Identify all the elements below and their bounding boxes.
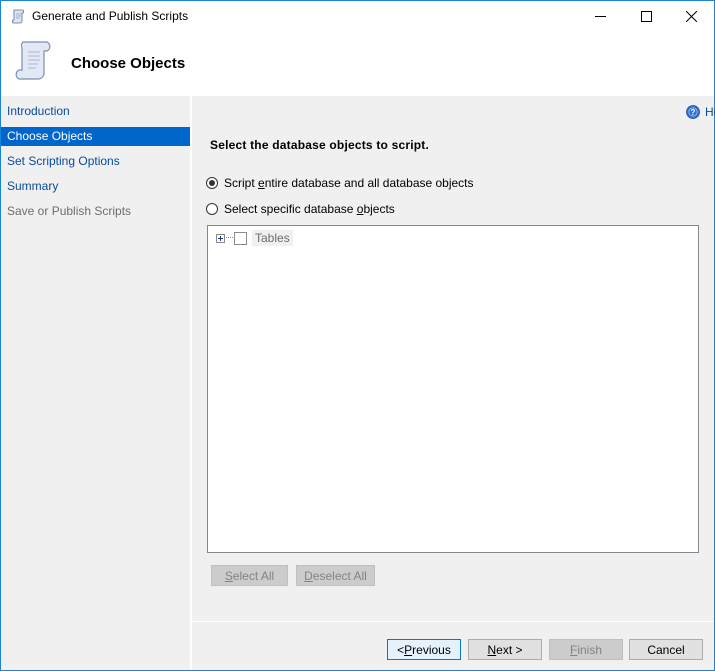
- minimize-button[interactable]: [577, 1, 623, 32]
- finish-button: Finish: [549, 639, 623, 660]
- option-label: Script entire database and all database …: [224, 176, 474, 190]
- help-link[interactable]: ? Help: [686, 105, 715, 119]
- window-title: Generate and Publish Scripts: [32, 9, 189, 23]
- help-label: Help: [705, 105, 715, 119]
- select-all-button: Select All: [211, 565, 288, 586]
- title-bar: Generate and Publish Scripts: [1, 1, 714, 32]
- select-specific-objects-option[interactable]: Select specific database objects: [206, 202, 395, 216]
- deselect-all-button: Deselect All: [296, 565, 375, 586]
- wizard-nav: Introduction Choose Objects Set Scriptin…: [1, 96, 190, 670]
- maximize-icon: [640, 11, 652, 22]
- previous-button[interactable]: < Previous: [387, 639, 461, 660]
- tree-connector: [226, 237, 233, 239]
- radio-button[interactable]: [206, 203, 218, 215]
- page-header: Choose Objects: [1, 32, 714, 95]
- expand-icon[interactable]: [216, 233, 225, 243]
- scroll-icon: [15, 41, 51, 80]
- help-icon: ?: [686, 105, 700, 119]
- object-tree[interactable]: Tables: [207, 225, 699, 553]
- tables-checkbox[interactable]: [234, 231, 247, 245]
- minimize-icon: [594, 16, 606, 17]
- nav-item-introduction[interactable]: Introduction: [1, 102, 190, 121]
- nav-item-save-or-publish-scripts: Save or Publish Scripts: [7, 204, 132, 218]
- close-button[interactable]: [668, 1, 714, 32]
- option-label: Select specific database objects: [224, 202, 395, 216]
- nav-item-summary[interactable]: Summary: [1, 177, 190, 196]
- scroll-icon: [11, 9, 25, 24]
- footer-separator: [192, 621, 714, 622]
- tree-node-label: Tables: [252, 230, 293, 246]
- cancel-button[interactable]: Cancel: [629, 639, 703, 660]
- main-panel: ? Help Select the database objects to sc…: [192, 96, 715, 670]
- tree-node-tables: Tables: [216, 230, 293, 246]
- page-title: Choose Objects: [71, 55, 186, 72]
- next-button[interactable]: Next >: [468, 639, 542, 660]
- maximize-button[interactable]: [623, 1, 669, 32]
- instruction-text: Select the database objects to script.: [210, 138, 430, 152]
- wizard-window: Generate and Publish Scripts Choose Obje…: [0, 0, 715, 671]
- close-icon: [685, 11, 697, 22]
- svg-text:?: ?: [691, 108, 696, 117]
- nav-item-set-scripting-options[interactable]: Set Scripting Options: [1, 152, 190, 171]
- radio-button-checked[interactable]: [206, 177, 218, 189]
- script-entire-database-option[interactable]: Script entire database and all database …: [206, 176, 474, 190]
- nav-item-choose-objects[interactable]: Choose Objects: [1, 127, 190, 146]
